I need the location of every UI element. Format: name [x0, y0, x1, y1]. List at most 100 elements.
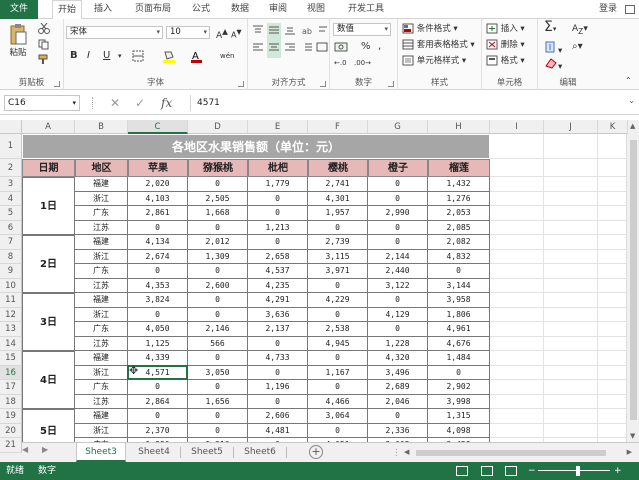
table-cell[interactable]: 4,229	[308, 293, 368, 308]
table-cell[interactable]: 0	[248, 394, 308, 409]
clear-icon[interactable]: ▾	[544, 57, 562, 73]
format-as-table-button[interactable]: 套用表格格式 ▾	[402, 39, 475, 51]
row-header-3[interactable]: 3	[0, 177, 22, 192]
number-launcher-icon[interactable]	[388, 81, 394, 87]
table-cell[interactable]: 0	[188, 264, 248, 279]
table-cell[interactable]: 1,957	[308, 206, 368, 221]
insert-cells-button[interactable]: 插入 ▾	[486, 23, 525, 35]
table-cell[interactable]: 2,082	[428, 235, 490, 250]
table-cell[interactable]: 4,103	[128, 191, 188, 206]
vertical-scrollbar[interactable]: ▲ ▼	[626, 120, 639, 442]
tab-developer[interactable]: 开发工具	[340, 0, 392, 19]
table-cell[interactable]: 4,733	[248, 351, 308, 366]
table-cell[interactable]: 0	[188, 380, 248, 395]
table-cell[interactable]: 0	[128, 409, 188, 424]
format-cells-button[interactable]: 格式 ▾	[486, 55, 525, 67]
scroll-up-icon[interactable]: ▲	[630, 122, 635, 130]
conditional-format-button[interactable]: 条件格式 ▾	[402, 23, 458, 35]
page-break-view-icon[interactable]	[505, 466, 517, 476]
row-header-10[interactable]: 10	[0, 278, 22, 293]
comma-style-icon[interactable]: ,	[378, 41, 381, 53]
fill-icon[interactable]: ▾	[544, 41, 562, 57]
align-top-icon[interactable]	[252, 24, 264, 40]
table-cell[interactable]: 4,050	[128, 322, 188, 337]
percent-icon[interactable]: %	[361, 41, 371, 53]
table-cell[interactable]: 1,806	[428, 307, 490, 322]
table-cell[interactable]: 4,832	[428, 249, 490, 264]
bold-button[interactable]: B	[70, 50, 78, 62]
table-cell[interactable]: 2,440	[368, 264, 428, 279]
autosum-icon[interactable]: Σ▾	[544, 20, 556, 35]
sheet-tab-sheet3[interactable]: Sheet3	[76, 443, 126, 462]
collapse-ribbon-icon[interactable]: ⌃	[625, 75, 632, 87]
table-cell[interactable]: 2,505	[188, 191, 248, 206]
tab-data[interactable]: 数据	[225, 0, 255, 19]
table-cell[interactable]: 0	[128, 264, 188, 279]
table-cell[interactable]: 0	[128, 307, 188, 322]
table-cell[interactable]: 0	[308, 380, 368, 395]
sheet-tab-sheet6[interactable]: Sheet6	[236, 443, 284, 462]
row-header-14[interactable]: 14	[0, 336, 22, 351]
table-cell[interactable]: 0	[308, 423, 368, 438]
table-cell[interactable]: 0	[248, 336, 308, 351]
fill-color-icon[interactable]	[162, 50, 176, 67]
table-cell[interactable]: 1,167	[308, 365, 368, 380]
table-cell[interactable]: 2,658	[248, 249, 308, 264]
table-cell[interactable]: 1,656	[188, 394, 248, 409]
ribbon-display-icon[interactable]	[625, 5, 635, 14]
table-cell[interactable]: 2,053	[428, 206, 490, 221]
font-launcher-icon[interactable]	[238, 81, 244, 87]
table-cell[interactable]: 4,235	[248, 278, 308, 293]
table-cell[interactable]: 1,276	[428, 191, 490, 206]
tab-insert[interactable]: 插入	[88, 0, 118, 19]
table-cell[interactable]: 2,864	[128, 394, 188, 409]
italic-button[interactable]: I	[87, 50, 90, 62]
table-cell[interactable]: 4,134	[128, 235, 188, 250]
column-header-a[interactable]: A	[22, 120, 75, 134]
row-header-19[interactable]: 19	[0, 409, 22, 424]
table-cell[interactable]: 0	[428, 365, 490, 380]
table-cell[interactable]: 0	[128, 380, 188, 395]
row-header-9[interactable]: 9	[0, 264, 22, 279]
table-cell[interactable]: 2,739	[308, 235, 368, 250]
insert-function-icon[interactable]: fx	[161, 95, 172, 111]
enter-icon[interactable]: ✓	[135, 95, 145, 111]
table-cell[interactable]: 1,779	[248, 177, 308, 192]
prev-sheet-icon[interactable]: ◀	[22, 445, 28, 454]
table-cell[interactable]: 0	[308, 278, 368, 293]
table-cell[interactable]: 0	[368, 322, 428, 337]
zoom-in-icon[interactable]: +	[614, 462, 622, 480]
tab-review[interactable]: 审阅	[263, 0, 293, 19]
table-cell[interactable]: 3,064	[308, 409, 368, 424]
table-cell[interactable]: 0	[248, 206, 308, 221]
wrap-text-icon[interactable]	[318, 24, 328, 40]
column-header-i[interactable]: I	[490, 120, 544, 134]
increase-font-icon[interactable]: A▲	[216, 26, 228, 42]
table-cell[interactable]: 1,668	[188, 206, 248, 221]
scroll-down-icon[interactable]: ▼	[630, 432, 635, 440]
formula-input[interactable]: 4571	[190, 95, 623, 111]
table-cell[interactable]: 3,115	[308, 249, 368, 264]
scroll-right-icon[interactable]: ▶	[627, 448, 632, 456]
table-cell[interactable]: 3,971	[308, 264, 368, 279]
tab-home[interactable]: 开始	[52, 0, 82, 20]
zoom-slider-thumb[interactable]	[576, 466, 580, 476]
alignment-launcher-icon[interactable]	[320, 81, 326, 87]
table-cell[interactable]: 0	[188, 293, 248, 308]
table-cell[interactable]: 4,129	[368, 307, 428, 322]
table-cell[interactable]: 0	[308, 220, 368, 235]
table-cell[interactable]: 0	[308, 307, 368, 322]
zoom-slider[interactable]	[538, 470, 610, 471]
worksheet-grid[interactable]: 各地区水果销售额（单位：元） 日期 地区 苹果 猕猴桃 枇杷 樱桃 橙子 榴莲 1日 2日 3日 4日…	[22, 134, 626, 442]
column-header-c[interactable]: C	[128, 120, 188, 134]
next-sheet-icon[interactable]: ▶	[42, 445, 48, 454]
page-layout-view-icon[interactable]	[481, 466, 493, 476]
table-cell[interactable]: 4,466	[308, 394, 368, 409]
table-cell[interactable]: 2,902	[428, 380, 490, 395]
table-cell[interactable]: 4,098	[428, 423, 490, 438]
sheet-tab-sheet4[interactable]: Sheet4	[130, 443, 178, 462]
column-header-k[interactable]: K	[598, 120, 628, 134]
table-cell[interactable]: 0	[248, 191, 308, 206]
table-cell[interactable]: 2,741	[308, 177, 368, 192]
add-sheet-icon[interactable]: +	[309, 445, 323, 459]
